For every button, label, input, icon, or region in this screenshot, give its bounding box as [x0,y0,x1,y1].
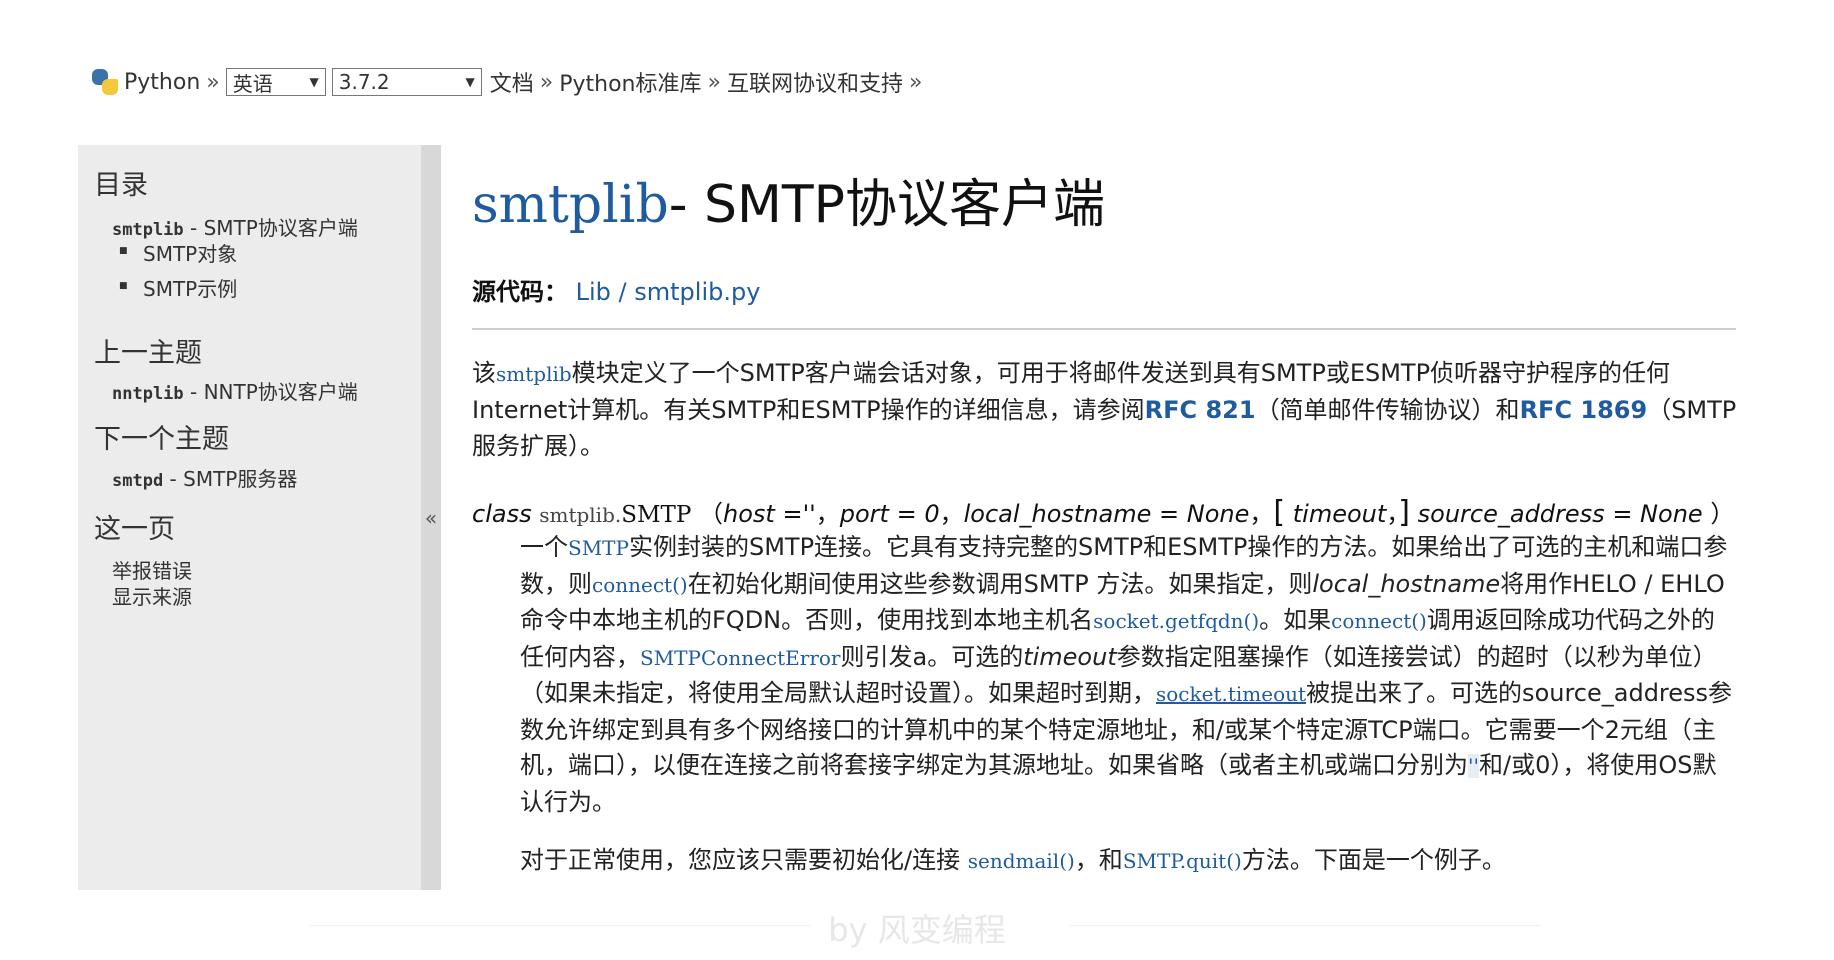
sig-bracket: ] [1398,495,1410,530]
class-description: 一个SMTP实例封装的SMTP连接。它具有支持完整的SMTP和ESMTP操作的方… [520,530,1738,820]
breadcrumb-separator: » [908,69,923,95]
param-timeout: timeout [1023,642,1117,671]
text: 该 [472,359,496,387]
next-topic-link[interactable]: smtpd - SMTP服务器 [112,463,297,492]
text: 则引发a。可选的 [840,642,1024,671]
text: 对于正常使用，您应该只需要初始化/连接 [520,846,961,874]
sig-arg: port = 0 [839,500,940,528]
toc-link-smtplib[interactable]: smtplib - SMTP协议客户端 [112,212,358,241]
toc-item-smtp-example[interactable]: SMTP示例 [119,273,237,302]
sig-comma: ， [939,500,964,528]
show-source-link[interactable]: 显示来源 [112,581,192,610]
page-title: smtplib- SMTP协议客户端 [472,162,1105,237]
title-module: smtplib [472,175,669,235]
version-select[interactable]: 3.7.2 ▼ [331,68,482,96]
breadcrumb-separator: » [539,69,554,95]
sig-prefix: smtplib. [539,503,622,527]
sidebar: 目录 smtplib - SMTP协议客户端 SMTP对象 SMTP示例 上一主… [78,145,441,890]
toc-title: - SMTP协议客户端 [183,216,358,240]
sidebar-collapse-button[interactable]: « [421,145,441,890]
connect-link[interactable]: connect() [592,573,688,597]
text: 。如果 [1259,606,1332,634]
smtpconnecterror-link[interactable]: SMTPConnectError [640,646,840,670]
sig-bracket: [ [1273,495,1286,530]
version-select-value: 3.7.2 [338,70,390,94]
sig-paren: （ [699,500,724,528]
sig-keyword: class [472,500,532,528]
text: 一个 [520,533,568,561]
sendmail-link[interactable]: sendmail() [968,849,1075,873]
text: 在初始化期间使用这些参数调用SMTP 方法。如果指定，则 [687,569,1313,598]
next-module-name: smtpd [112,471,164,491]
watermark: by 风变编程 [828,911,1006,949]
source-code-line: 源代码： Lib / smtplib.py [472,272,760,307]
smtp-link[interactable]: SMTP [568,536,629,560]
python-logo-icon [92,69,118,95]
divider [472,328,1736,330]
source-label: 源代码： [472,278,568,306]
sig-comma: ， [1249,500,1274,528]
prev-topic-heading: 上一主题 [94,338,202,369]
prev-topic-link[interactable]: nntplib - NNTP协议客户端 [112,376,358,405]
toc-item-smtp-objects[interactable]: SMTP对象 [119,238,237,267]
breadcrumb-docs[interactable]: 文档 [490,66,534,98]
language-select[interactable]: 英语 ▼ [225,68,326,96]
breadcrumb-section[interactable]: 互联网协议和支持 [727,66,903,98]
breadcrumb: Python » 英语 ▼ 3.7.2 ▼ 文档 » Python标准库 » 互… [92,66,928,98]
breadcrumb-python[interactable]: Python [124,70,200,95]
quit-link[interactable]: SMTP.quit() [1123,849,1242,873]
source-link[interactable]: Lib / smtplib.py [576,278,761,306]
breadcrumb-separator: » [206,69,220,95]
class-signature: class smtplib.SMTP （host =''，port = 0，lo… [472,494,1734,530]
connect-link[interactable]: connect() [1331,609,1427,633]
toc-module-name: smtplib [112,220,184,240]
chevron-down-icon: ▼ [309,75,319,89]
report-bug-link[interactable]: 举报错误 [112,555,192,584]
sig-comma: ， [1386,500,1399,528]
title-text: - SMTP协议客户端 [668,175,1106,235]
chevron-down-icon: ▼ [465,75,475,89]
param-local-hostname: local_hostname [1312,569,1501,598]
sig-comma: ， [815,500,840,528]
text: ，和 [1074,846,1123,874]
toc-heading: 目录 [94,170,148,201]
this-page-heading: 这一页 [94,514,175,545]
language-select-value: 英语 [232,71,273,96]
getfqdn-link[interactable]: socket.getfqdn() [1093,609,1259,633]
sig-arg: timeout [1292,500,1387,528]
socket-timeout-link[interactable]: socket.timeout [1156,682,1306,706]
usage-paragraph: 对于正常使用，您应该只需要初始化/连接 sendmail()，和SMTP.qui… [520,843,1738,880]
next-topic-heading: 下一个主题 [94,424,229,455]
next-title: - SMTP服务器 [163,467,298,491]
prev-module-name: nntplib [112,384,184,404]
rfc1869-link[interactable]: RFC 1869 [1520,396,1648,424]
breadcrumb-stdlib[interactable]: Python标准库 [559,66,701,98]
inline-code: '' [1468,754,1479,778]
sig-paren: ） [1710,500,1735,528]
sig-arg: host ='' [723,500,816,528]
intro-paragraph: 该smtplib模块定义了一个SMTP客户端会话对象，可用于将邮件发送到具有SM… [472,355,1738,464]
prev-title: - NNTP协议客户端 [183,380,358,404]
sig-arg: local_hostname = None [963,500,1250,528]
rfc821-link[interactable]: RFC 821 [1145,396,1256,424]
collapse-icon: « [424,505,438,530]
sig-arg: source_address = None [1417,500,1703,528]
text: 方法。下面是一个例子。 [1241,846,1506,874]
sig-name: SMTP [621,502,692,528]
inline-code: smtplib [496,362,572,386]
breadcrumb-separator: » [707,69,721,95]
text: （简单邮件传输协议）和 [1255,396,1520,424]
